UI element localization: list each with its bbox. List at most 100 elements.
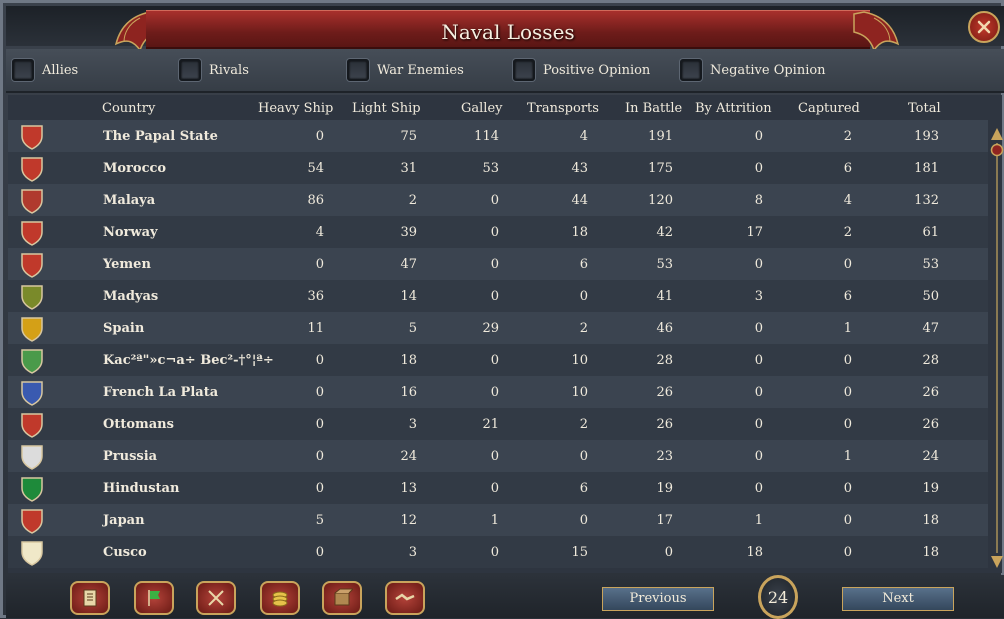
title-bar: Naval Losses	[6, 6, 1004, 52]
negative-opinion-checkbox[interactable]	[680, 59, 702, 81]
cell-light: 5	[408, 321, 417, 336]
flag-button[interactable]	[134, 581, 174, 615]
cell-galley: 53	[482, 161, 499, 176]
table-body: The Papal State 0 75 114 4 191 0 2 193 Morocco 54 3…	[8, 120, 988, 568]
country-shield-icon[interactable]	[20, 412, 44, 438]
country-shield-icon[interactable]	[20, 284, 44, 310]
cell-captured: 1	[843, 449, 852, 464]
table-row[interactable]: The Papal State 0 75 114 4 191 0 2 193	[8, 120, 988, 152]
column-header-country[interactable]: Country	[102, 101, 155, 116]
cell-total: 181	[914, 161, 939, 176]
filter-positive-opinion[interactable]: Positive Opinion	[513, 58, 650, 82]
country-shield-icon[interactable]	[20, 476, 44, 502]
military-button[interactable]	[196, 581, 236, 615]
table-row[interactable]: Norway 4 39 0 18 42 17 2 61	[8, 216, 988, 248]
cell-total: 28	[922, 353, 939, 368]
war-enemies-checkbox[interactable]	[347, 59, 369, 81]
scroll-track[interactable]	[996, 143, 998, 553]
filter-war-enemies[interactable]: War Enemies	[347, 58, 464, 82]
country-shield-icon[interactable]	[20, 444, 44, 470]
column-header-captured[interactable]: Captured	[798, 101, 860, 116]
scroll-down-arrow-icon[interactable]	[990, 555, 1004, 569]
filter-label: Positive Opinion	[543, 62, 651, 78]
country-shield-icon[interactable]	[20, 252, 44, 278]
table-row[interactable]: French La Plata 0 16 0 10 26 0 0 26	[8, 376, 988, 408]
table-row[interactable]: Ottomans 0 3 21 2 26 0 0 26	[8, 408, 988, 440]
ledger-button[interactable]	[70, 581, 110, 615]
column-header-total[interactable]: Total	[908, 101, 941, 116]
cell-transports: 10	[571, 385, 588, 400]
country-shield-icon[interactable]	[20, 380, 44, 406]
cell-total: 50	[922, 289, 939, 304]
scroll-up-arrow-icon[interactable]	[990, 127, 1004, 141]
cell-captured: 0	[843, 257, 852, 272]
scrollbar[interactable]	[990, 127, 1004, 569]
table-row[interactable]: Yemen 0 47 0 6 53 0 0 53	[8, 248, 988, 280]
diplomacy-button[interactable]	[385, 581, 425, 615]
next-button[interactable]: Next	[842, 587, 954, 611]
cell-attrition: 0	[754, 481, 763, 496]
cell-attrition: 17	[746, 225, 763, 240]
allies-checkbox[interactable]	[12, 59, 34, 81]
country-shield-icon[interactable]	[20, 188, 44, 214]
cell-attrition: 0	[754, 161, 763, 176]
cell-galley: 0	[490, 385, 499, 400]
cell-battle: 23	[656, 449, 673, 464]
country-name: Kac²ª"»c¬a÷ Bec²-†°¦ª÷	[103, 353, 274, 368]
cell-total: 24	[922, 449, 939, 464]
ledger-icon	[83, 589, 97, 607]
country-shield-icon[interactable]	[20, 316, 44, 342]
scroll-thumb[interactable]	[990, 143, 1004, 157]
column-header-by-attrition[interactable]: By Attrition	[695, 101, 772, 116]
cell-galley: 0	[490, 481, 499, 496]
country-shield-icon[interactable]	[20, 540, 44, 566]
table-row[interactable]: Cusco 0 3 0 15 0 18 0 18	[8, 536, 988, 568]
table-row[interactable]: Prussia 0 24 0 0 23 0 1 24	[8, 440, 988, 472]
trade-button[interactable]	[322, 581, 362, 615]
page-number: 24	[758, 575, 798, 619]
column-header-in-battle[interactable]: In Battle	[625, 101, 682, 116]
column-header-transports[interactable]: Transports	[527, 101, 599, 116]
losses-table: Country Heavy Ship Light Ship Galley Tra…	[8, 95, 1004, 573]
cell-attrition: 8	[754, 193, 763, 208]
cell-battle: 17	[656, 513, 673, 528]
country-shield-icon[interactable]	[20, 124, 44, 150]
cell-battle: 28	[656, 353, 673, 368]
table-row[interactable]: Morocco 54 31 53 43 175 0 6 181	[8, 152, 988, 184]
filter-negative-opinion[interactable]: Negative Opinion	[680, 58, 826, 82]
rivals-checkbox[interactable]	[179, 59, 201, 81]
table-row[interactable]: Hindustan 0 13 0 6 19 0 0 19	[8, 472, 988, 504]
previous-button[interactable]: Previous	[602, 587, 714, 611]
cell-transports: 2	[579, 321, 588, 336]
filter-rivals[interactable]: Rivals	[179, 58, 249, 82]
cell-transports: 6	[579, 257, 588, 272]
country-name: Cusco	[103, 545, 147, 560]
country-name: Spain	[103, 321, 145, 336]
table-row[interactable]: Madyas 36 14 0 0 41 3 6 50	[8, 280, 988, 312]
close-button[interactable]	[968, 11, 1000, 43]
cell-battle: 26	[656, 385, 673, 400]
country-shield-icon[interactable]	[20, 156, 44, 182]
column-header-galley[interactable]: Galley	[461, 101, 503, 116]
table-row[interactable]: Japan 5 12 1 0 17 1 0 18	[8, 504, 988, 536]
table-row[interactable]: Spain 11 5 29 2 46 0 1 47	[8, 312, 988, 344]
cell-light: 39	[400, 225, 417, 240]
cell-total: 18	[922, 545, 939, 560]
country-name: Norway	[103, 225, 158, 240]
country-name: Ottomans	[103, 417, 174, 432]
country-shield-icon[interactable]	[20, 220, 44, 246]
cell-transports: 0	[579, 449, 588, 464]
positive-opinion-checkbox[interactable]	[513, 59, 535, 81]
table-row[interactable]: Kac²ª"»c¬a÷ Bec²-†°¦ª÷ 0 18 0 10 28 0 0 28	[8, 344, 988, 376]
table-row[interactable]: Malaya 86 2 0 44 120 8 4 132	[8, 184, 988, 216]
economy-button[interactable]	[260, 581, 300, 615]
cell-light: 14	[400, 289, 417, 304]
country-name: Hindustan	[103, 481, 180, 496]
country-shield-icon[interactable]	[20, 348, 44, 374]
country-shield-icon[interactable]	[20, 508, 44, 534]
column-header-light-ship[interactable]: Light Ship	[352, 101, 421, 116]
column-header-heavy-ship[interactable]: Heavy Ship	[258, 101, 333, 116]
cell-galley: 114	[474, 129, 499, 144]
filter-allies[interactable]: Allies	[12, 58, 78, 82]
cell-light: 2	[408, 193, 417, 208]
